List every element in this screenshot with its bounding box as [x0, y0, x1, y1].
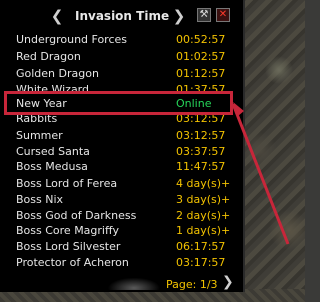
arrow-line [231, 103, 290, 245]
annotation-arrow [231, 102, 290, 245]
